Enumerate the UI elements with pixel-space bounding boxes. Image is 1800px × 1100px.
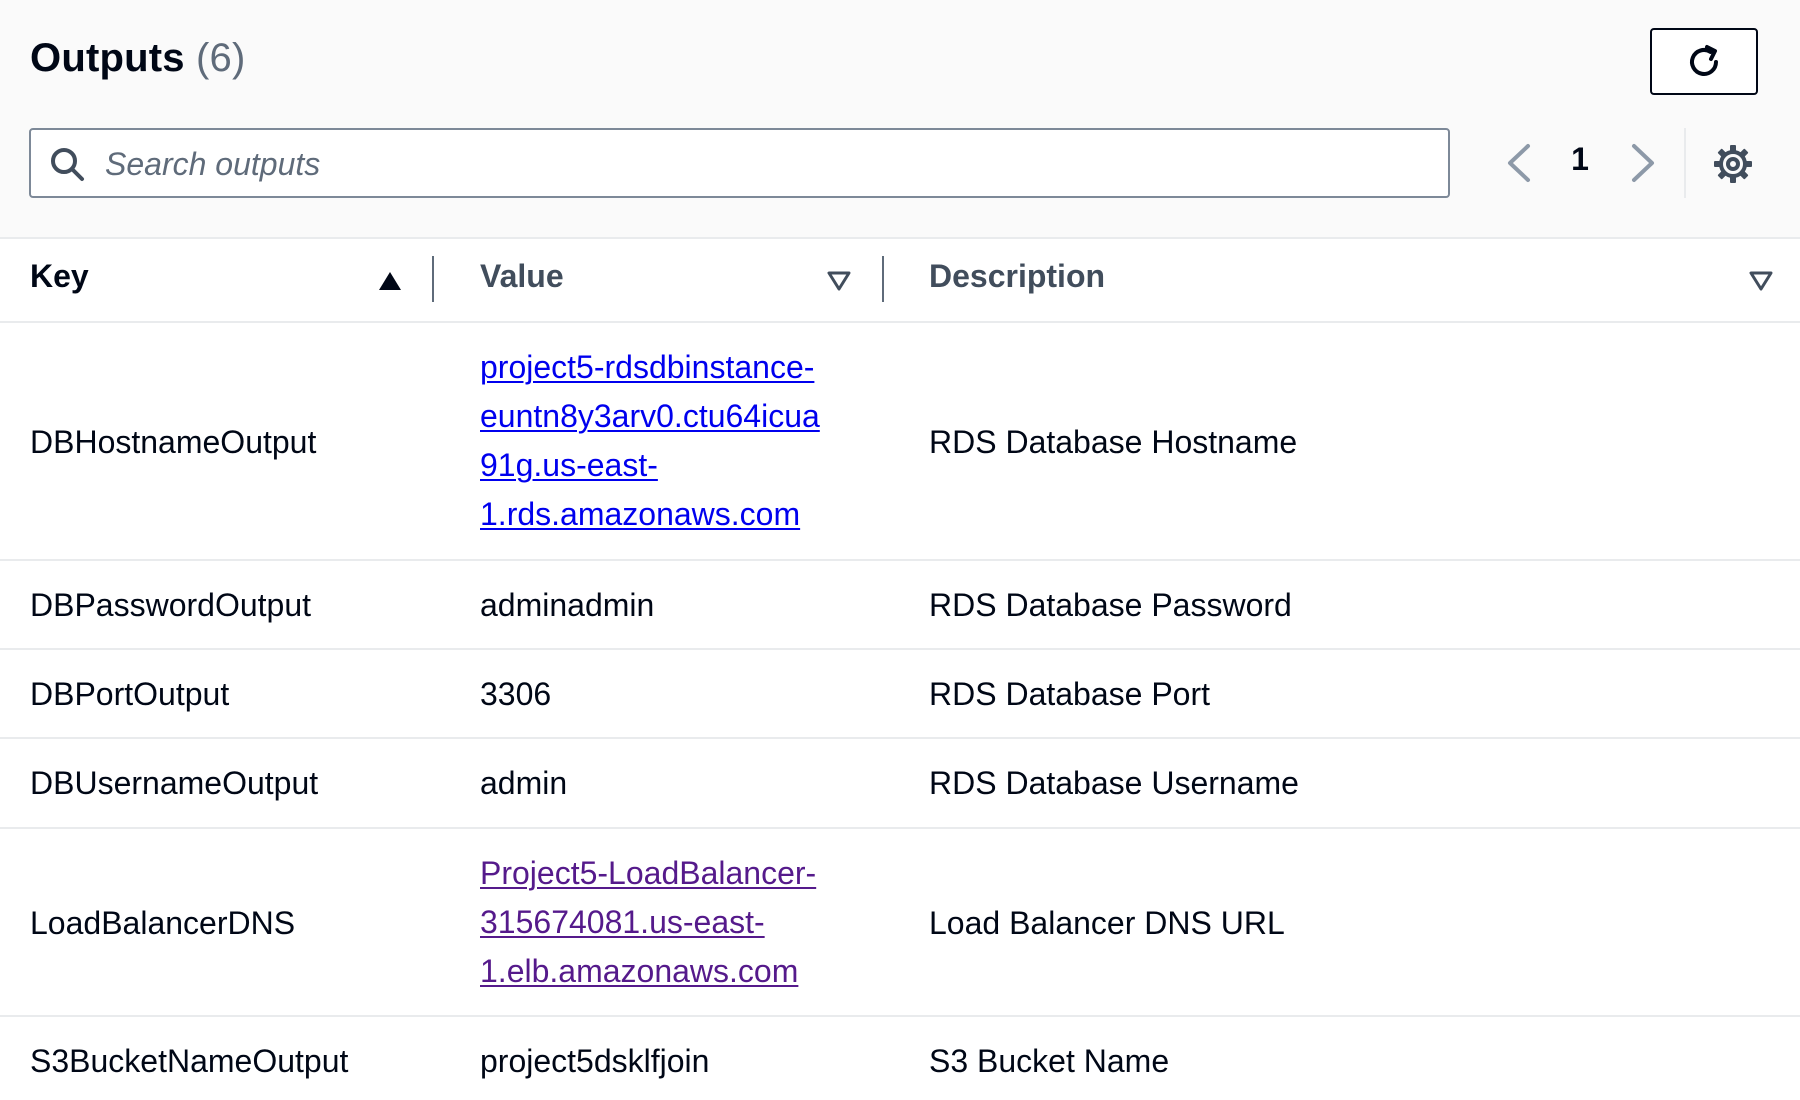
link-line: 315674081.us-east- <box>480 904 765 940</box>
output-count: (6) <box>196 36 246 80</box>
output-value-link[interactable]: project5-rdsdbinstance- euntn8y3arv0.ctu… <box>480 343 840 539</box>
output-value: Project5-LoadBalancer- 315674081.us-east… <box>480 849 840 996</box>
output-key: DBPasswordOutput <box>30 587 312 623</box>
table-row: LoadBalancerDNS Project5-LoadBalancer- 3… <box>0 829 1800 1017</box>
output-key: DBHostnameOutput <box>30 424 317 460</box>
output-description: S3 Bucket Name <box>929 1043 1170 1079</box>
link-line: euntn8y3arv0.ctu64icua <box>480 398 820 434</box>
current-page-number[interactable]: 1 <box>1568 141 1592 178</box>
output-key: LoadBalancerDNS <box>30 905 296 941</box>
output-key: DBPortOutput <box>30 676 230 712</box>
chevron-right-icon[interactable] <box>1626 142 1660 184</box>
link-line: Project5-LoadBalancer- <box>480 855 817 891</box>
sort-caret-down-icon[interactable] <box>826 270 852 292</box>
output-key: S3BucketNameOutput <box>30 1043 349 1079</box>
output-value-link[interactable]: Project5-LoadBalancer- 315674081.us-east… <box>480 849 840 996</box>
page-title: Outputs (6) <box>30 36 246 81</box>
column-header-key[interactable]: Key <box>30 258 89 295</box>
table-row: DBPortOutput 3306 RDS Database Port <box>0 650 1800 739</box>
link-line: project5-rdsdbinstance- <box>480 349 815 385</box>
output-description: RDS Database Port <box>929 676 1211 712</box>
link-line: 1.rds.amazonaws.com <box>480 496 801 532</box>
output-description: RDS Database Username <box>929 765 1299 801</box>
output-description: RDS Database Password <box>929 587 1292 623</box>
column-header-description[interactable]: Description <box>929 258 1105 295</box>
panel-header: Outputs (6) 1 <box>0 0 1800 239</box>
table-row: DBUsernameOutput admin RDS Database User… <box>0 739 1800 829</box>
table-row: DBHostnameOutput project5-rdsdbinstance-… <box>0 323 1800 561</box>
output-value: project5dsklfjoin <box>480 1043 710 1079</box>
refresh-button[interactable] <box>1650 28 1758 95</box>
column-resizer[interactable] <box>882 256 884 302</box>
search-input[interactable] <box>103 130 1427 198</box>
output-description: RDS Database Hostname <box>929 424 1298 460</box>
link-line: 91g.us-east- <box>480 447 658 483</box>
output-value: adminadmin <box>480 587 655 623</box>
sort-caret-down-icon[interactable] <box>1748 270 1774 292</box>
column-header-value[interactable]: Value <box>480 258 564 295</box>
pager-divider <box>1684 128 1686 198</box>
sort-ascending-icon[interactable] <box>377 270 403 292</box>
output-value: 3306 <box>480 676 552 712</box>
output-key: DBUsernameOutput <box>30 765 319 801</box>
output-value: project5-rdsdbinstance- euntn8y3arv0.ctu… <box>480 343 840 539</box>
link-line: 1.elb.amazonaws.com <box>480 953 799 989</box>
output-value: admin <box>480 765 568 801</box>
output-description: Load Balancer DNS URL <box>929 905 1285 941</box>
search-icon <box>51 148 84 181</box>
chevron-left-icon[interactable] <box>1502 142 1536 184</box>
refresh-icon <box>1690 44 1718 76</box>
search-box[interactable] <box>29 128 1450 198</box>
table-row: S3BucketNameOutput project5dsklfjoin S3 … <box>0 1017 1800 1100</box>
gear-icon[interactable] <box>1712 143 1754 185</box>
table-row: DBPasswordOutput adminadmin RDS Database… <box>0 561 1800 650</box>
title-text: Outputs <box>30 36 185 80</box>
column-resizer[interactable] <box>432 256 434 302</box>
outputs-panel: Outputs (6) 1 <box>0 0 1800 1100</box>
